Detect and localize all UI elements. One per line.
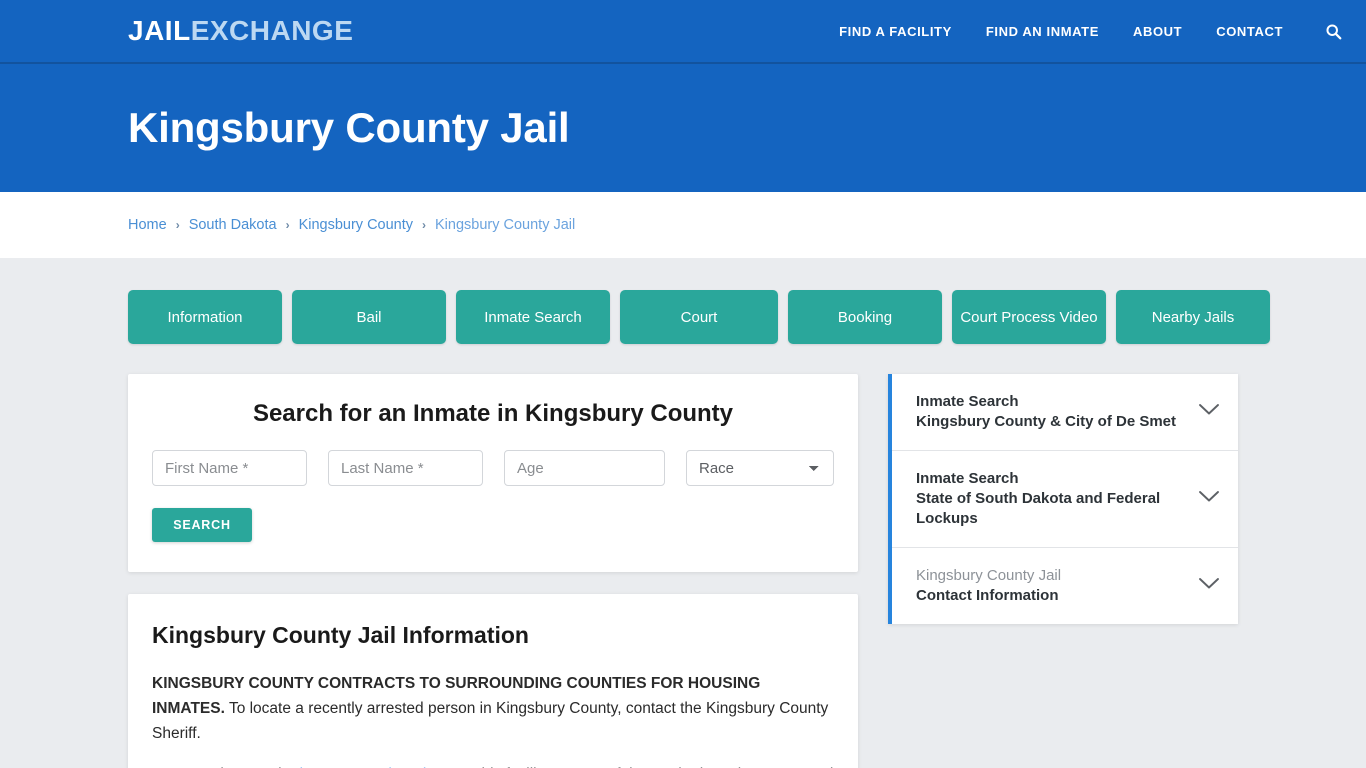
page-title: Kingsbury County Jail [128,104,570,151]
first-name-input[interactable] [152,450,307,486]
hero-banner: Kingsbury County Jail [0,64,1366,192]
jail-information-paragraph-2: You can also use the inmate search tool … [152,762,834,768]
accordion-line-2: Kingsbury County & City of De Smet [916,412,1177,430]
breadcrumb-separator-icon: › [285,218,290,232]
accordion-item-contact-information[interactable]: Kingsbury County Jail Contact Informatio… [892,546,1238,624]
jail-information-paragraph-1: KINGSBURY COUNTY CONTRACTS TO SURROUNDIN… [152,671,834,746]
breadcrumb-item-south-dakota[interactable]: South Dakota [189,217,277,233]
accordion-item-label: Kingsbury County Jail Contact Informatio… [916,566,1061,606]
sidebar-column: Inmate Search Kingsbury County & City of… [888,374,1238,624]
tab-nearby-jails[interactable]: Nearby Jails [1116,290,1270,344]
jail-information-paragraph-1-text: To locate a recently arrested person in … [152,700,829,743]
site-logo[interactable]: JAILEXCHANGE [128,17,353,45]
age-input[interactable] [504,450,665,486]
nav-item-find-a-facility[interactable]: FIND A FACILITY [839,24,952,39]
nav-item-contact[interactable]: CONTACT [1216,24,1283,39]
nav-item-find-an-inmate[interactable]: FIND AN INMATE [986,24,1099,39]
nav-item-about[interactable]: ABOUT [1133,24,1182,39]
breadcrumb-bar: Home › South Dakota › Kingsbury County ›… [0,192,1366,258]
breadcrumb-separator-icon: › [422,218,427,232]
site-header: JAILEXCHANGE FIND A FACILITY FIND AN INM… [0,0,1366,64]
breadcrumb-item-kingsbury-county[interactable]: Kingsbury County [299,217,413,233]
breadcrumb-separator-icon: › [175,218,180,232]
jail-information-title: Kingsbury County Jail Information [152,622,529,648]
page-content: Information Bail Inmate Search Court Boo… [0,258,1366,768]
search-icon[interactable] [1325,23,1342,40]
tab-court-process-video[interactable]: Court Process Video [952,290,1106,344]
inmate-search-card: Search for an Inmate in Kingsbury County… [128,374,858,572]
logo-text-secondary: EXCHANGE [190,15,354,46]
accordion-item-inmate-search-state[interactable]: Inmate Search State of South Dakota and … [892,449,1238,547]
sidebar-accordion: Inmate Search Kingsbury County & City of… [888,374,1238,624]
main-column: Search for an Inmate in Kingsbury County… [128,374,858,768]
chevron-down-icon[interactable] [1198,577,1220,595]
section-tabs: Information Bail Inmate Search Court Boo… [128,290,1270,344]
accordion-line-1: Inmate Search [916,469,1019,487]
tab-booking[interactable]: Booking [788,290,942,344]
breadcrumb-item-kingsbury-county-jail[interactable]: Kingsbury County Jail [435,217,575,233]
tab-bail[interactable]: Bail [292,290,446,344]
inmate-search-title: Search for an Inmate in Kingsbury County [252,400,734,427]
main-navigation: FIND A FACILITY FIND AN INMATE ABOUT CON… [839,23,1342,40]
chevron-down-icon[interactable] [1198,403,1220,421]
content-columns: Search for an Inmate in Kingsbury County… [128,374,1238,768]
race-select[interactable]: Race [686,450,834,486]
tab-information[interactable]: Information [128,290,282,344]
tab-court[interactable]: Court [620,290,778,344]
accordion-item-label: Inmate Search State of South Dakota and … [916,469,1184,529]
breadcrumb-item-home[interactable]: Home [128,217,167,233]
search-submit-button[interactable]: SEARCH [152,508,252,542]
chevron-down-icon[interactable] [1198,490,1220,508]
accordion-line-1: Kingsbury County Jail [916,566,1062,584]
accordion-line-2: State of South Dakota and Federal Lockup… [916,489,1161,527]
inmate-search-form: Race [152,450,834,486]
jail-information-card: Kingsbury County Jail Information KINGSB… [128,594,858,768]
accordion-item-inmate-search-county[interactable]: Inmate Search Kingsbury County & City of… [892,374,1238,450]
breadcrumb: Home › South Dakota › Kingsbury County ›… [128,217,575,233]
logo-text-primary: JAIL [128,15,191,46]
accordion-item-label: Inmate Search Kingsbury County & City of… [916,392,1176,432]
accordion-line-2: Contact Information [916,586,1059,604]
last-name-input[interactable] [328,450,483,486]
tab-inmate-search[interactable]: Inmate Search [456,290,610,344]
accordion-line-1: Inmate Search [916,393,1019,410]
